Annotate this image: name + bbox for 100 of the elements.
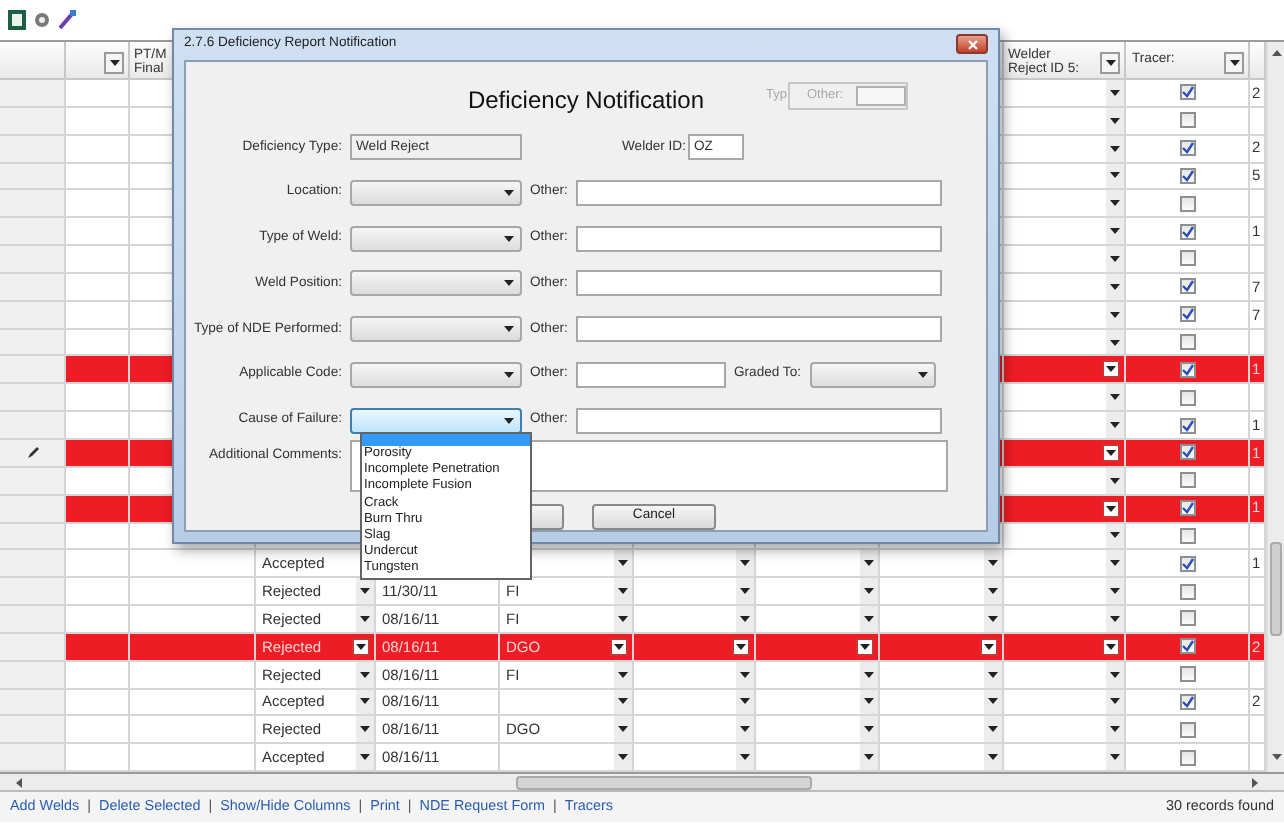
caret-icon[interactable]: [1110, 200, 1120, 207]
checkbox[interactable]: [1179, 583, 1195, 600]
scroll-right-icon[interactable]: [1252, 778, 1258, 789]
caret-icon[interactable]: [1110, 339, 1120, 346]
caret-icon[interactable]: [360, 588, 370, 595]
caret-icon[interactable]: [360, 671, 370, 678]
dropdown-cell[interactable]: [1004, 107, 1126, 136]
dropdown-cell[interactable]: [1004, 523, 1126, 551]
caret-icon[interactable]: [988, 754, 998, 761]
caret-icon[interactable]: [504, 190, 514, 197]
close-button[interactable]: [956, 34, 988, 55]
checkbox[interactable]: [1179, 638, 1195, 655]
caret-icon[interactable]: [618, 671, 628, 678]
caret-icon[interactable]: [988, 671, 998, 678]
dropdown-cell[interactable]: [634, 744, 756, 773]
dropdown-cell[interactable]: [880, 744, 1004, 773]
checkbox[interactable]: [1179, 389, 1195, 406]
checkbox[interactable]: [1179, 167, 1195, 184]
dropdown-cell[interactable]: [880, 550, 1004, 579]
caret-icon[interactable]: [864, 588, 874, 595]
dropdown-cell[interactable]: [1004, 384, 1126, 413]
caret-icon[interactable]: [618, 698, 628, 705]
dropdown-cell[interactable]: [880, 578, 1004, 607]
scroll-left-icon[interactable]: [16, 778, 22, 789]
caret-icon[interactable]: [1110, 615, 1120, 622]
dropdown-cell[interactable]: [1004, 744, 1126, 773]
dropdown-cell[interactable]: [880, 716, 1004, 745]
dropdown-cell[interactable]: [634, 661, 756, 690]
vertical-scrollbar[interactable]: [1266, 42, 1284, 773]
caret-icon[interactable]: [1110, 145, 1120, 152]
caret-icon[interactable]: [740, 726, 750, 733]
caret-icon[interactable]: [1106, 366, 1116, 373]
checkbox[interactable]: [1179, 472, 1195, 489]
caret-icon[interactable]: [1105, 60, 1115, 66]
dropdown-cell[interactable]: [756, 578, 880, 607]
caret-icon[interactable]: [1110, 726, 1120, 733]
caret-icon[interactable]: [864, 560, 874, 567]
caret-icon[interactable]: [1110, 283, 1120, 290]
dropdown-cell[interactable]: [756, 633, 880, 662]
checkbox[interactable]: [1179, 250, 1195, 267]
caret-icon[interactable]: [1110, 172, 1120, 179]
caret-icon[interactable]: [1110, 422, 1120, 429]
caret-icon[interactable]: [360, 698, 370, 705]
dropdown-cell[interactable]: [634, 633, 756, 662]
caret-icon[interactable]: [618, 754, 628, 761]
caret-icon[interactable]: [988, 615, 998, 622]
caret-icon[interactable]: [864, 671, 874, 678]
caret-icon[interactable]: [740, 754, 750, 761]
caret-icon[interactable]: [917, 371, 928, 378]
caret-icon[interactable]: [864, 754, 874, 761]
dropdown-cell[interactable]: [880, 689, 1004, 717]
checkbox[interactable]: [1179, 84, 1195, 101]
dropdown-cell[interactable]: [634, 578, 756, 607]
caret-icon[interactable]: [618, 726, 628, 733]
scrollbar-thumb[interactable]: [516, 776, 812, 791]
input-field[interactable]: [576, 361, 726, 388]
caret-icon[interactable]: [988, 560, 998, 567]
dropdown-cell[interactable]: [1004, 689, 1126, 717]
row-header[interactable]: [0, 439, 66, 468]
caret-icon[interactable]: [1110, 698, 1120, 705]
dropdown-cell[interactable]: [634, 716, 756, 745]
caret-icon[interactable]: [988, 698, 998, 705]
dropdown-cell[interactable]: [1004, 218, 1126, 247]
caret-icon[interactable]: [109, 60, 119, 66]
close-icon[interactable]: [967, 39, 977, 50]
input-field[interactable]: [576, 316, 942, 343]
dropdown-cell[interactable]: [756, 550, 880, 579]
scroll-up-icon[interactable]: [1272, 50, 1282, 56]
dropdown-cell[interactable]: [1004, 633, 1126, 662]
dropdown-cell[interactable]: [1004, 301, 1126, 330]
document-icon[interactable]: [8, 10, 26, 30]
dropdown-cell[interactable]: [1004, 716, 1126, 745]
caret-icon[interactable]: [614, 643, 624, 650]
checkbox[interactable]: [1179, 527, 1195, 544]
dropdown-cell[interactable]: [1004, 550, 1126, 579]
caret-icon[interactable]: [1110, 671, 1120, 678]
dropdown-cell[interactable]: [1004, 495, 1126, 523]
caret-icon[interactable]: [1106, 505, 1116, 512]
caret-icon[interactable]: [356, 643, 366, 650]
dropdown-cell[interactable]: [756, 689, 880, 717]
gear-icon[interactable]: [34, 12, 50, 28]
caret-icon[interactable]: [740, 615, 750, 622]
caret-icon[interactable]: [1110, 588, 1120, 595]
caret-icon[interactable]: [1110, 532, 1120, 539]
dropdown-cell[interactable]: [756, 661, 880, 690]
caret-icon[interactable]: [1110, 311, 1120, 318]
dropdown-cell[interactable]: [634, 550, 756, 579]
caret-icon[interactable]: [1106, 449, 1116, 456]
dropdown-cell[interactable]: [756, 744, 880, 773]
scrollbar-thumb[interactable]: [1270, 542, 1282, 636]
checkbox[interactable]: [1179, 721, 1195, 738]
caret-icon[interactable]: [1110, 477, 1120, 484]
caret-icon[interactable]: [740, 671, 750, 678]
caret-icon[interactable]: [740, 698, 750, 705]
dropdown-cell[interactable]: [880, 633, 1004, 662]
dropdown-cell[interactable]: [634, 689, 756, 717]
caret-icon[interactable]: [1106, 643, 1116, 650]
dropdown-cell[interactable]: [1004, 439, 1126, 468]
caret-icon[interactable]: [504, 417, 514, 423]
caret-icon[interactable]: [504, 280, 514, 287]
